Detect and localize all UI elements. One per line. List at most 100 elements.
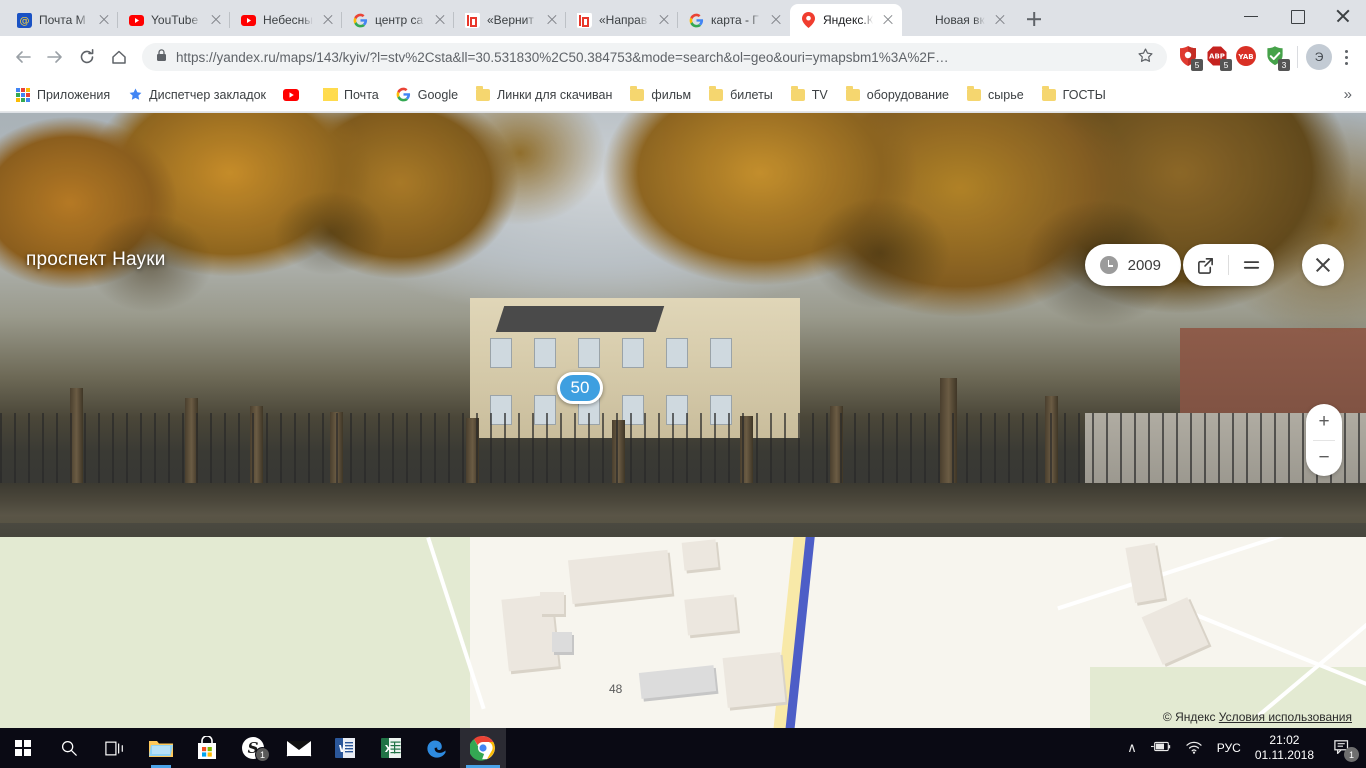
map-viewport[interactable]: 48 ⊞ просп. → ← © bbox=[0, 537, 1366, 728]
task-view-button[interactable] bbox=[92, 728, 138, 768]
star-icon bbox=[127, 87, 143, 103]
search-button[interactable] bbox=[46, 728, 92, 768]
bookmark-folder-tv[interactable]: TV bbox=[783, 84, 835, 106]
lenta-icon bbox=[464, 12, 480, 28]
clock-icon bbox=[1099, 256, 1118, 274]
terms-of-use-link[interactable]: Условия использования bbox=[1219, 710, 1352, 724]
browser-tab-7-active[interactable]: Яндекс.К bbox=[790, 4, 902, 36]
kebab-menu-icon[interactable] bbox=[1334, 44, 1358, 70]
notifications-badge: 1 bbox=[1344, 747, 1359, 762]
panorama-year-chip[interactable]: 2009 bbox=[1084, 244, 1181, 286]
bookmark-folder-raw[interactable]: сырье bbox=[959, 84, 1031, 106]
taskbar-skype[interactable]: S 1 bbox=[230, 728, 276, 768]
wifi-icon[interactable] bbox=[1185, 740, 1203, 757]
tab-close-icon[interactable] bbox=[544, 12, 560, 28]
forward-button[interactable] bbox=[40, 42, 70, 72]
tab-close-icon[interactable] bbox=[432, 12, 448, 28]
youtube-icon bbox=[240, 12, 256, 28]
adblock-extension-icon[interactable]: ABP 5 bbox=[1205, 44, 1232, 71]
page-content: проспект Науки Яндекс 50 2009 bbox=[0, 113, 1366, 728]
search-icon bbox=[61, 740, 77, 756]
edge-icon bbox=[427, 740, 446, 758]
copyright-symbol: © bbox=[1162, 710, 1172, 724]
mail-icon bbox=[286, 741, 312, 757]
house-number-marker[interactable]: 50 bbox=[557, 372, 603, 404]
reload-button[interactable] bbox=[72, 42, 102, 72]
browser-tab-8[interactable]: Новая вклад bbox=[901, 4, 1014, 36]
bookmark-label: Диспетчер закладок bbox=[149, 87, 267, 102]
mail-yandex-icon bbox=[322, 87, 338, 103]
window-maximize-button[interactable] bbox=[1274, 0, 1320, 32]
window-minimize-button[interactable] bbox=[1228, 0, 1274, 32]
shield-check-extension-icon[interactable]: 3 bbox=[1263, 44, 1290, 71]
taskbar-excel[interactable]: X bbox=[368, 728, 414, 768]
panorama-close-button[interactable] bbox=[1302, 244, 1344, 286]
skype-badge: 1 bbox=[255, 747, 270, 762]
bookmark-folder-tickets[interactable]: билеты bbox=[701, 84, 780, 106]
bookmark-star-icon[interactable] bbox=[1137, 47, 1155, 67]
bookmark-youtube[interactable] bbox=[276, 84, 312, 106]
bookmark-label: Линки для скачиван bbox=[497, 87, 613, 102]
tab-title: «Вернит bbox=[487, 13, 534, 27]
bookmark-google[interactable]: Google bbox=[389, 84, 465, 106]
new-tab-button[interactable] bbox=[1020, 5, 1048, 33]
yandex-extension-icon[interactable]: YAB bbox=[1234, 44, 1260, 70]
taskbar-mail[interactable] bbox=[276, 728, 322, 768]
browser-tab-2[interactable]: Небесны bbox=[229, 4, 342, 36]
adguard-extension-icon[interactable]: 5 bbox=[1176, 44, 1203, 71]
panorama-actions-group bbox=[1183, 244, 1274, 286]
zoom-in-button[interactable]: + bbox=[1306, 404, 1342, 440]
google-icon bbox=[396, 87, 412, 103]
extension-badge: 3 bbox=[1278, 59, 1290, 71]
bookmark-apps[interactable]: Приложения bbox=[8, 84, 117, 106]
map-building bbox=[681, 539, 719, 571]
tab-close-icon[interactable] bbox=[992, 12, 1008, 28]
map-building bbox=[684, 594, 738, 636]
share-external-icon[interactable] bbox=[1183, 244, 1228, 286]
profile-avatar[interactable]: Э bbox=[1306, 44, 1332, 70]
taskbar-word[interactable]: W bbox=[322, 728, 368, 768]
tray-clock[interactable]: 21:02 01.11.2018 bbox=[1255, 733, 1314, 763]
browser-tab-0[interactable]: @ Почта М bbox=[6, 4, 118, 36]
tab-close-icon[interactable] bbox=[880, 12, 896, 28]
tab-close-icon[interactable] bbox=[320, 12, 336, 28]
tab-close-icon[interactable] bbox=[656, 12, 672, 28]
start-button[interactable] bbox=[0, 728, 46, 768]
hamburger-menu-icon[interactable] bbox=[1229, 244, 1274, 286]
panorama-street-label: проспект Науки bbox=[26, 249, 166, 270]
window-close-button[interactable] bbox=[1320, 0, 1366, 32]
street-panorama-viewport[interactable]: проспект Науки Яндекс 50 2009 bbox=[0, 113, 1366, 537]
home-button[interactable] bbox=[104, 42, 134, 72]
tray-time: 21:02 bbox=[1269, 733, 1300, 747]
bookmark-manager[interactable]: Диспетчер закладок bbox=[120, 84, 273, 106]
bookmark-folder-film[interactable]: фильм bbox=[622, 84, 698, 106]
taskbar-microsoft-store[interactable] bbox=[184, 728, 230, 768]
taskbar-edge[interactable] bbox=[414, 728, 460, 768]
tray-language[interactable]: РУС bbox=[1217, 741, 1241, 755]
zoom-out-button[interactable]: − bbox=[1306, 440, 1342, 476]
tab-close-icon[interactable] bbox=[96, 12, 112, 28]
browser-tab-5[interactable]: «Направ bbox=[565, 4, 678, 36]
address-bar[interactable]: https://yandex.ru/maps/143/kyiv/?l=stv%2… bbox=[142, 43, 1167, 71]
bookmark-folder-links[interactable]: Линки для скачиван bbox=[468, 84, 619, 106]
folder-icon bbox=[790, 85, 806, 103]
tray-expand-icon[interactable]: ∧ bbox=[1127, 740, 1137, 756]
browser-tab-6[interactable]: карта - Г bbox=[677, 4, 790, 36]
browser-tab-3[interactable]: центр са bbox=[341, 4, 454, 36]
browser-tab-4[interactable]: «Вернит bbox=[453, 4, 566, 36]
tab-close-icon[interactable] bbox=[768, 12, 784, 28]
bookmarks-overflow-icon[interactable]: » bbox=[1344, 86, 1358, 103]
youtube-icon bbox=[128, 12, 144, 28]
map-building bbox=[1141, 597, 1209, 665]
tab-title: Новая вклад bbox=[935, 13, 985, 27]
back-button[interactable] bbox=[8, 42, 38, 72]
bookmark-mail[interactable]: Почта bbox=[315, 84, 386, 106]
battery-icon[interactable] bbox=[1150, 740, 1171, 756]
browser-tab-1[interactable]: YouTube bbox=[117, 4, 230, 36]
tab-close-icon[interactable] bbox=[208, 12, 224, 28]
taskbar-file-explorer[interactable] bbox=[138, 728, 184, 768]
taskbar-chrome[interactable] bbox=[460, 728, 506, 768]
notifications-button[interactable]: 1 bbox=[1328, 728, 1359, 768]
bookmark-folder-equipment[interactable]: оборудование bbox=[838, 84, 956, 106]
bookmark-folder-gost[interactable]: ГОСТЫ bbox=[1034, 84, 1113, 106]
